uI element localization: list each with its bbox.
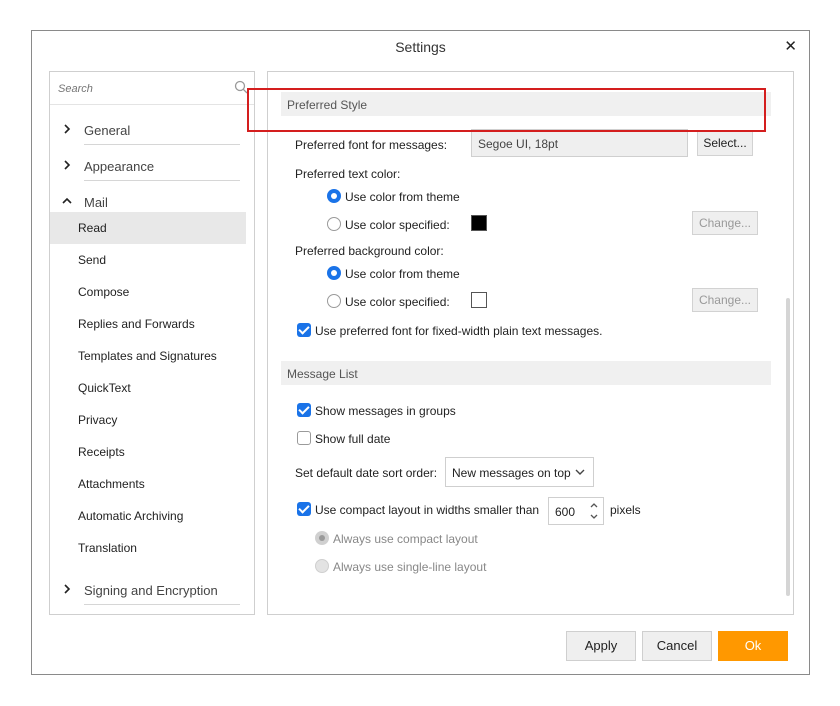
search-icon [234, 80, 248, 94]
chevron-up-icon[interactable] [589, 501, 599, 509]
font-display: Segoe UI, 18pt [471, 129, 688, 157]
content-scrollbar[interactable] [786, 298, 790, 596]
compact-unit-label: pixels [610, 503, 641, 517]
change-text-color-button[interactable]: Change... [692, 211, 758, 235]
search-box [50, 72, 254, 105]
sidebar-item-send[interactable]: Send [50, 244, 246, 276]
compact-layout-label: Use compact layout in widths smaller tha… [315, 503, 540, 517]
sidebar-item-label: Compose [78, 285, 130, 299]
bg-color-theme-label: Use color from theme [345, 267, 460, 281]
chevron-right-icon [64, 584, 71, 594]
dialog-title: Settings [395, 39, 446, 55]
sidebar-item-translation[interactable]: Translation [50, 532, 246, 564]
sidebar-item-receipts[interactable]: Receipts [50, 436, 246, 468]
sidebar-item-label: Templates and Signatures [78, 349, 217, 363]
cancel-button[interactable]: Cancel [642, 631, 712, 661]
text-color-theme-label: Use color from theme [345, 190, 460, 204]
always-single-line-radio[interactable] [315, 559, 329, 573]
sidebar-category-label: General [84, 123, 131, 138]
chevron-right-icon [64, 124, 71, 134]
always-compact-label: Always use compact layout [333, 532, 478, 546]
sidebar-category-label: Appearance [84, 159, 155, 174]
chevron-down-icon [575, 469, 585, 475]
bg-color-swatch [471, 292, 487, 308]
show-full-date-label: Show full date [315, 432, 391, 446]
fixed-width-label: Use preferred font for fixed-width plain… [315, 324, 603, 338]
sort-order-select[interactable]: New messages on top [445, 457, 594, 487]
sidebar-item-compose[interactable]: Compose [50, 276, 246, 308]
text-color-label: Preferred text color: [295, 167, 401, 181]
sidebar-item-attachments[interactable]: Attachments [50, 468, 246, 500]
sidebar-category-label: Signing and Encryption [84, 583, 218, 598]
bg-color-specified-label: Use color specified: [345, 295, 450, 309]
compact-width-stepper[interactable]: 600 [548, 497, 604, 525]
sort-order-value: New messages on top [452, 466, 571, 480]
chevron-down-icon[interactable] [589, 513, 599, 521]
apply-button[interactable]: Apply [566, 631, 636, 661]
sidebar-item-label: Attachments [78, 477, 145, 491]
settings-sidebar: General Appearance Mail Read Send Compos… [49, 71, 255, 615]
divider [84, 604, 240, 605]
sidebar-category-signing[interactable]: Signing and Encryption [50, 578, 254, 604]
divider [84, 144, 240, 145]
show-groups-label: Show messages in groups [315, 404, 456, 418]
fixed-width-checkbox[interactable] [297, 323, 311, 337]
highlight-annotation [247, 88, 766, 132]
always-compact-radio[interactable] [315, 531, 329, 545]
bg-color-specified-radio[interactable] [327, 294, 341, 308]
bg-color-label: Preferred background color: [295, 244, 444, 258]
compact-layout-checkbox[interactable] [297, 502, 311, 516]
divider [84, 180, 240, 181]
sidebar-category-appearance[interactable]: Appearance [50, 154, 254, 180]
bg-color-theme-radio[interactable] [327, 266, 341, 280]
text-color-theme-radio[interactable] [327, 189, 341, 203]
sidebar-item-label: Replies and Forwards [78, 317, 195, 331]
show-full-date-checkbox[interactable] [297, 431, 311, 445]
sort-order-label: Set default date sort order: [295, 466, 438, 480]
text-color-specified-label: Use color specified: [345, 218, 450, 232]
text-color-specified-radio[interactable] [327, 217, 341, 231]
always-single-line-label: Always use single-line layout [333, 560, 487, 574]
sidebar-item-privacy[interactable]: Privacy [50, 404, 246, 436]
sidebar-item-label: Read [78, 221, 107, 235]
select-font-button[interactable]: Select... [697, 130, 753, 156]
sidebar-item-read[interactable]: Read [50, 212, 246, 244]
chevron-right-icon [64, 160, 71, 170]
sidebar-item-automatic-archiving[interactable]: Automatic Archiving [50, 500, 246, 532]
sidebar-item-label: Receipts [78, 445, 125, 459]
sidebar-item-templates-signatures[interactable]: Templates and Signatures [50, 340, 246, 372]
section-title: Message List [287, 367, 358, 381]
section-header-message-list: Message List [281, 361, 771, 385]
sidebar-item-label: Privacy [78, 413, 118, 427]
chevron-up-icon [62, 197, 72, 204]
font-label: Preferred font for messages: [295, 138, 448, 152]
sidebar-category-label: Mail [84, 195, 108, 210]
ok-button[interactable]: Ok [718, 631, 788, 661]
sidebar-item-label: Translation [78, 541, 137, 555]
close-icon[interactable]: ✕ [784, 37, 797, 55]
sidebar-item-quicktext[interactable]: QuickText [50, 372, 246, 404]
search-input[interactable] [56, 79, 230, 99]
font-value: Segoe UI, 18pt [478, 137, 559, 151]
show-groups-checkbox[interactable] [297, 403, 311, 417]
sidebar-item-label: QuickText [78, 381, 131, 395]
settings-content: Preferred Style Preferred font for messa… [267, 71, 794, 615]
text-color-swatch [471, 215, 487, 231]
sidebar-category-general[interactable]: General [50, 118, 254, 144]
sidebar-item-label: Send [78, 253, 107, 267]
change-bg-color-button[interactable]: Change... [692, 288, 758, 312]
compact-width-value: 600 [555, 505, 576, 519]
sidebar-item-replies-forwards[interactable]: Replies and Forwards [50, 308, 246, 340]
sidebar-item-label: Automatic Archiving [78, 509, 184, 523]
